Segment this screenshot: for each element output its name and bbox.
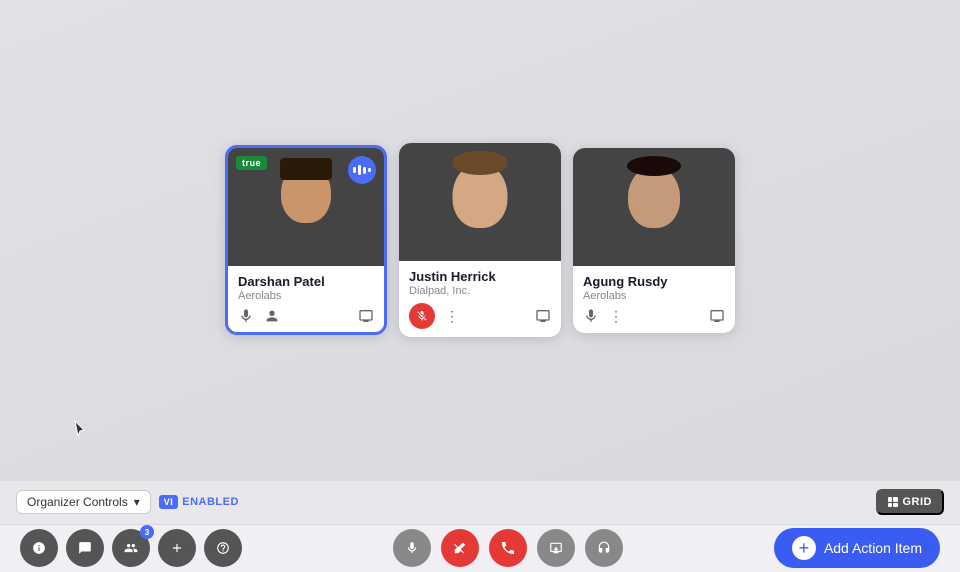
card-info-agung: Agung Rusdy Aerolabs [573,266,735,302]
hangup-button[interactable] [489,529,527,567]
card-controls-darshan [228,302,384,332]
add-action-item-button[interactable]: + Add Action Item [774,528,940,568]
grid-label: GRID [903,496,933,508]
video-justin [399,143,561,261]
participant-card-darshan: true Darshan Patel Aerolabs [225,145,387,335]
vi-badge: VI [159,495,179,509]
card-info-justin: Justin Herrick Dialpad, Inc. [399,261,561,297]
participants-button-wrap: 3 [112,529,150,567]
mic-muted-icon-justin[interactable] [409,303,435,329]
participants-container: true Darshan Patel Aerolabs [225,143,735,337]
controls-bar: Organizer Controls ▾ VI ENABLED GRID [0,481,960,525]
participant-card-justin: Justin Herrick Dialpad, Inc. ⋮ [399,143,561,337]
grid-icon [888,497,898,507]
chat-button[interactable] [66,529,104,567]
mic-button[interactable] [393,529,431,567]
participant-company-darshan: Aerolabs [238,290,374,302]
mic-icon-agung[interactable] [583,308,599,324]
headset-button[interactable] [585,529,623,567]
toolbar-center [252,529,764,567]
person-icon-darshan[interactable] [264,308,280,324]
video-darshan: true [228,148,384,266]
main-toolbar: 3 [0,525,960,572]
screen-icon-darshan[interactable] [358,308,374,324]
participant-name-justin: Justin Herrick [409,269,551,284]
card-controls-justin: ⋮ [399,297,561,337]
more-icon-justin[interactable]: ⋮ [445,308,459,325]
more-icon-agung[interactable]: ⋮ [609,308,623,325]
speaking-indicator [348,156,376,184]
video-off-button[interactable] [441,529,479,567]
card-info-darshan: Darshan Patel Aerolabs [228,266,384,302]
card-controls-agung: ⋮ [573,302,735,333]
participant-card-agung: Agung Rusdy Aerolabs ⋮ [573,148,735,333]
screen-share-button[interactable] [537,529,575,567]
grid-view-button[interactable]: GRID [876,489,945,515]
organizer-badge: true [236,156,267,170]
mouse-cursor [74,420,86,438]
main-video-area: true Darshan Patel Aerolabs [0,0,960,480]
screen-icon-justin[interactable] [535,308,551,324]
participant-company-agung: Aerolabs [583,290,725,302]
participant-name-darshan: Darshan Patel [238,274,374,289]
help-button[interactable] [204,529,242,567]
organizer-controls-dropdown[interactable]: Organizer Controls ▾ [16,490,151,514]
organizer-dropdown-label: Organizer Controls [27,495,128,509]
add-participant-button[interactable] [158,529,196,567]
toolbar-left: 3 [20,529,242,567]
dropdown-chevron-icon: ▾ [134,495,140,509]
plus-circle-icon: + [792,536,816,560]
mic-icon-darshan[interactable] [238,308,254,324]
vi-status: VI ENABLED [159,495,239,509]
participant-name-agung: Agung Rusdy [583,274,725,289]
add-action-label: Add Action Item [824,540,922,556]
bottom-bar: Organizer Controls ▾ VI ENABLED GRID [0,480,960,572]
vi-enabled-text: ENABLED [182,496,239,508]
toolbar-right: + Add Action Item [774,528,940,568]
participant-company-justin: Dialpad, Inc. [409,285,551,297]
screen-icon-agung[interactable] [709,308,725,324]
video-agung [573,148,735,266]
participants-count-badge: 3 [140,525,154,539]
info-button[interactable] [20,529,58,567]
